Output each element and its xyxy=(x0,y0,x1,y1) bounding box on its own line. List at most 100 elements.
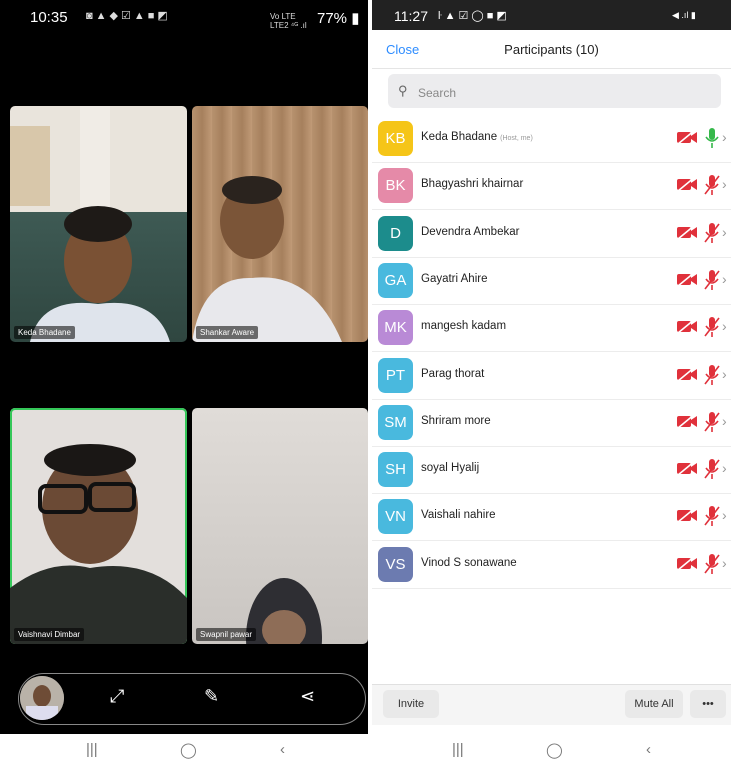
chevron-right-icon[interactable]: › xyxy=(722,555,727,571)
avatar: VN xyxy=(378,499,413,535)
camera-off-icon[interactable] xyxy=(676,413,698,434)
participant-name: Gayatri Ahire xyxy=(421,272,488,285)
self-view-thumbnail[interactable] xyxy=(20,676,64,720)
camera-off-icon[interactable] xyxy=(676,460,698,481)
self-view-image xyxy=(20,676,64,720)
avatar: D xyxy=(378,215,413,251)
mic-off-icon[interactable] xyxy=(704,174,720,201)
participant-role-tag: (Host, me) xyxy=(500,135,533,142)
camera-off-icon[interactable] xyxy=(676,318,698,339)
participant-name-wrap: Vinod S sonawane xyxy=(421,557,520,569)
video-tile[interactable]: Shankar Aware xyxy=(192,106,368,342)
avatar: GA xyxy=(378,262,413,298)
chevron-right-icon[interactable]: › xyxy=(722,271,727,287)
status-bar-right: 11:27 ŀ▲☑◯■◩ ◀ .ıl ▮ xyxy=(372,0,731,30)
status-bar-left: 10:35 ◙▲◆☑▲■◩ Vo LTE LTE2 ⁴ᴳ .ıl 77% ▮ xyxy=(0,0,368,34)
camera-off-icon[interactable] xyxy=(676,271,698,292)
home-icon[interactable]: ◯ xyxy=(546,741,563,759)
chevron-right-icon[interactable]: › xyxy=(722,318,727,334)
collapse-view-icon[interactable]: ⤢ xyxy=(110,686,124,707)
invite-button[interactable]: Invite xyxy=(383,690,439,718)
network-indicator: Vo LTE LTE2 ⁴ᴳ .ıl xyxy=(270,12,307,30)
chevron-right-icon[interactable]: › xyxy=(722,224,727,240)
search-icon: ⚲ xyxy=(398,83,408,98)
chevron-right-icon[interactable]: › xyxy=(722,129,727,145)
mic-off-icon[interactable] xyxy=(704,364,720,391)
camera-off-icon[interactable] xyxy=(676,223,698,245)
camera-off-icon[interactable] xyxy=(676,555,698,576)
video-tile[interactable]: Swapnil pawar xyxy=(192,408,368,644)
camera-off-icon[interactable] xyxy=(676,365,698,387)
participant-name: Vinod S sonawane xyxy=(421,556,517,569)
avatar: MK xyxy=(378,310,413,346)
avatar: PT xyxy=(378,357,413,393)
participant-name: Parag thorat xyxy=(421,367,485,380)
recents-icon[interactable]: ||| xyxy=(86,741,98,758)
participant-name: mangesh kadam xyxy=(421,320,507,333)
more-options-button[interactable]: ••• xyxy=(690,690,726,718)
avatar: SM xyxy=(378,404,413,440)
participant-name: Devendra Ambekar xyxy=(421,225,520,238)
participant-row[interactable]: D Devendra Ambekar › xyxy=(372,210,731,258)
status-time: 11:27 xyxy=(394,8,428,24)
participant-name-tag: Shankar Aware xyxy=(196,326,259,339)
participant-row[interactable]: SM Shriram more › xyxy=(372,399,731,447)
video-tile-active[interactable]: Vaishnavi Dimbar xyxy=(10,408,187,644)
participant-name: Bhagyashri khairnar xyxy=(421,178,524,191)
chevron-right-icon[interactable]: › xyxy=(722,507,727,523)
mic-off-icon[interactable] xyxy=(704,505,720,532)
mic-off-icon[interactable] xyxy=(704,553,720,580)
avatar: SH xyxy=(378,452,413,488)
recents-icon[interactable]: ||| xyxy=(452,741,464,758)
participant-row[interactable]: SH soyal Hyalij › xyxy=(372,446,731,495)
participant-name: Vaishali nahire xyxy=(421,509,496,522)
mic-off-icon[interactable] xyxy=(704,316,720,343)
home-icon[interactable]: ◯ xyxy=(180,741,197,759)
chevron-right-icon[interactable]: › xyxy=(722,413,727,429)
participant-video xyxy=(192,176,342,342)
mute-all-button[interactable]: Mute All xyxy=(625,690,683,718)
notification-icons: ŀ▲☑◯■◩ xyxy=(438,10,510,22)
participant-row[interactable]: VN Vaishali nahire › xyxy=(372,493,731,542)
video-tile[interactable]: Keda Bhadane xyxy=(10,106,187,342)
participant-name-wrap: soyal Hyalij xyxy=(421,462,482,474)
participant-video xyxy=(246,578,322,644)
participant-name: Shriram more xyxy=(421,414,491,427)
participant-name-wrap: Shriram more xyxy=(421,415,494,427)
participant-name-wrap: Vaishali nahire xyxy=(421,509,499,521)
mic-off-icon[interactable] xyxy=(704,411,720,438)
mic-on-icon[interactable] xyxy=(704,127,720,154)
camera-off-icon[interactable] xyxy=(676,176,698,197)
network-indicator: ◀ .ıl ▮ xyxy=(672,10,696,20)
participant-row[interactable]: KB Keda Bhadane (Host, me) › xyxy=(372,115,731,163)
camera-off-icon[interactable] xyxy=(676,507,698,528)
participant-row[interactable]: GA Gayatri Ahire › xyxy=(372,257,731,305)
back-icon[interactable]: ‹ xyxy=(280,741,285,758)
participant-name: Keda Bhadane xyxy=(421,131,498,143)
participant-row[interactable]: BK Bhagyashri khairnar › xyxy=(372,162,731,211)
chevron-right-icon[interactable]: › xyxy=(722,460,727,476)
participant-name: soyal Hyalij xyxy=(421,462,480,475)
participant-row[interactable]: PT Parag thorat › xyxy=(372,352,731,400)
annotate-icon[interactable]: ✎ xyxy=(204,686,219,707)
chevron-right-icon[interactable]: › xyxy=(722,366,727,382)
avatar: VS xyxy=(378,546,413,582)
battery-level: 77% ▮ xyxy=(317,10,360,27)
status-time: 10:35 xyxy=(30,9,68,26)
participant-name-tag: Keda Bhadane xyxy=(14,326,75,339)
back-icon[interactable]: ‹ xyxy=(646,741,651,758)
avatar: KB xyxy=(378,121,413,156)
participant-name-tag: Swapnil pawar xyxy=(196,628,257,641)
chevron-right-icon[interactable]: › xyxy=(722,176,727,192)
participant-row[interactable]: VS Vinod S sonawane › xyxy=(372,541,731,589)
mic-off-icon[interactable] xyxy=(704,222,720,249)
participant-row[interactable]: MK mangesh kadam › xyxy=(372,304,731,353)
camera-off-icon[interactable] xyxy=(676,129,698,150)
share-icon[interactable]: ⋖ xyxy=(300,686,315,707)
participant-name-wrap: mangesh kadam xyxy=(421,320,509,332)
participant-name-wrap: Keda Bhadane (Host, me) xyxy=(421,131,533,143)
page-title: Participants (10) xyxy=(504,42,599,57)
mic-off-icon[interactable] xyxy=(704,458,720,485)
mic-off-icon[interactable] xyxy=(704,269,720,296)
participant-name-wrap: Bhagyashri khairnar xyxy=(421,178,526,190)
